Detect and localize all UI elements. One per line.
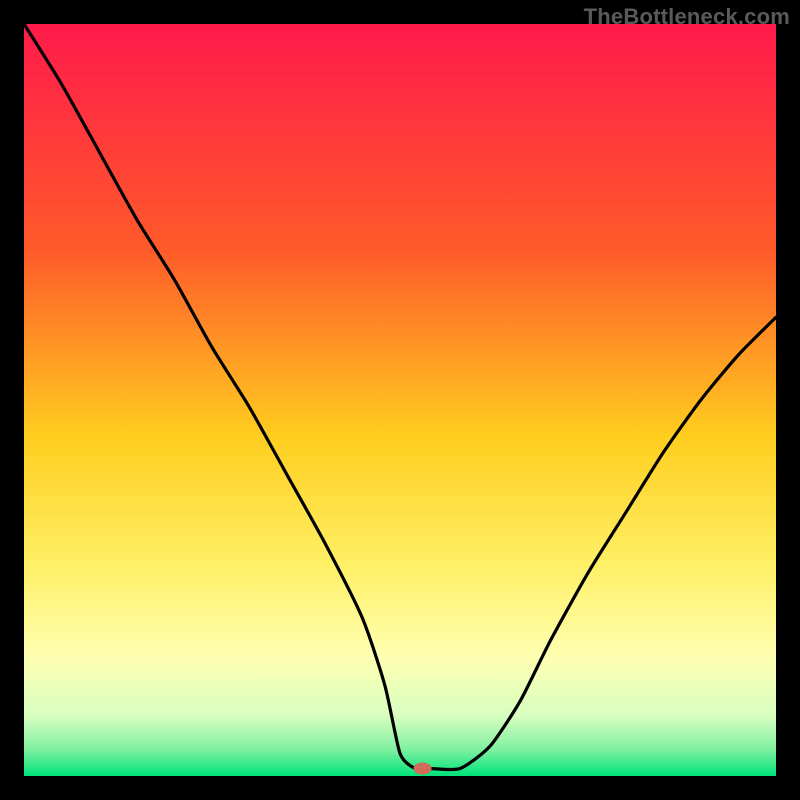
watermark-text: TheBottleneck.com	[584, 4, 790, 30]
gradient-background	[24, 24, 776, 776]
plot-area	[24, 24, 776, 776]
chart-frame: TheBottleneck.com	[0, 0, 800, 800]
optimum-marker	[414, 762, 432, 774]
chart-svg	[24, 24, 776, 776]
